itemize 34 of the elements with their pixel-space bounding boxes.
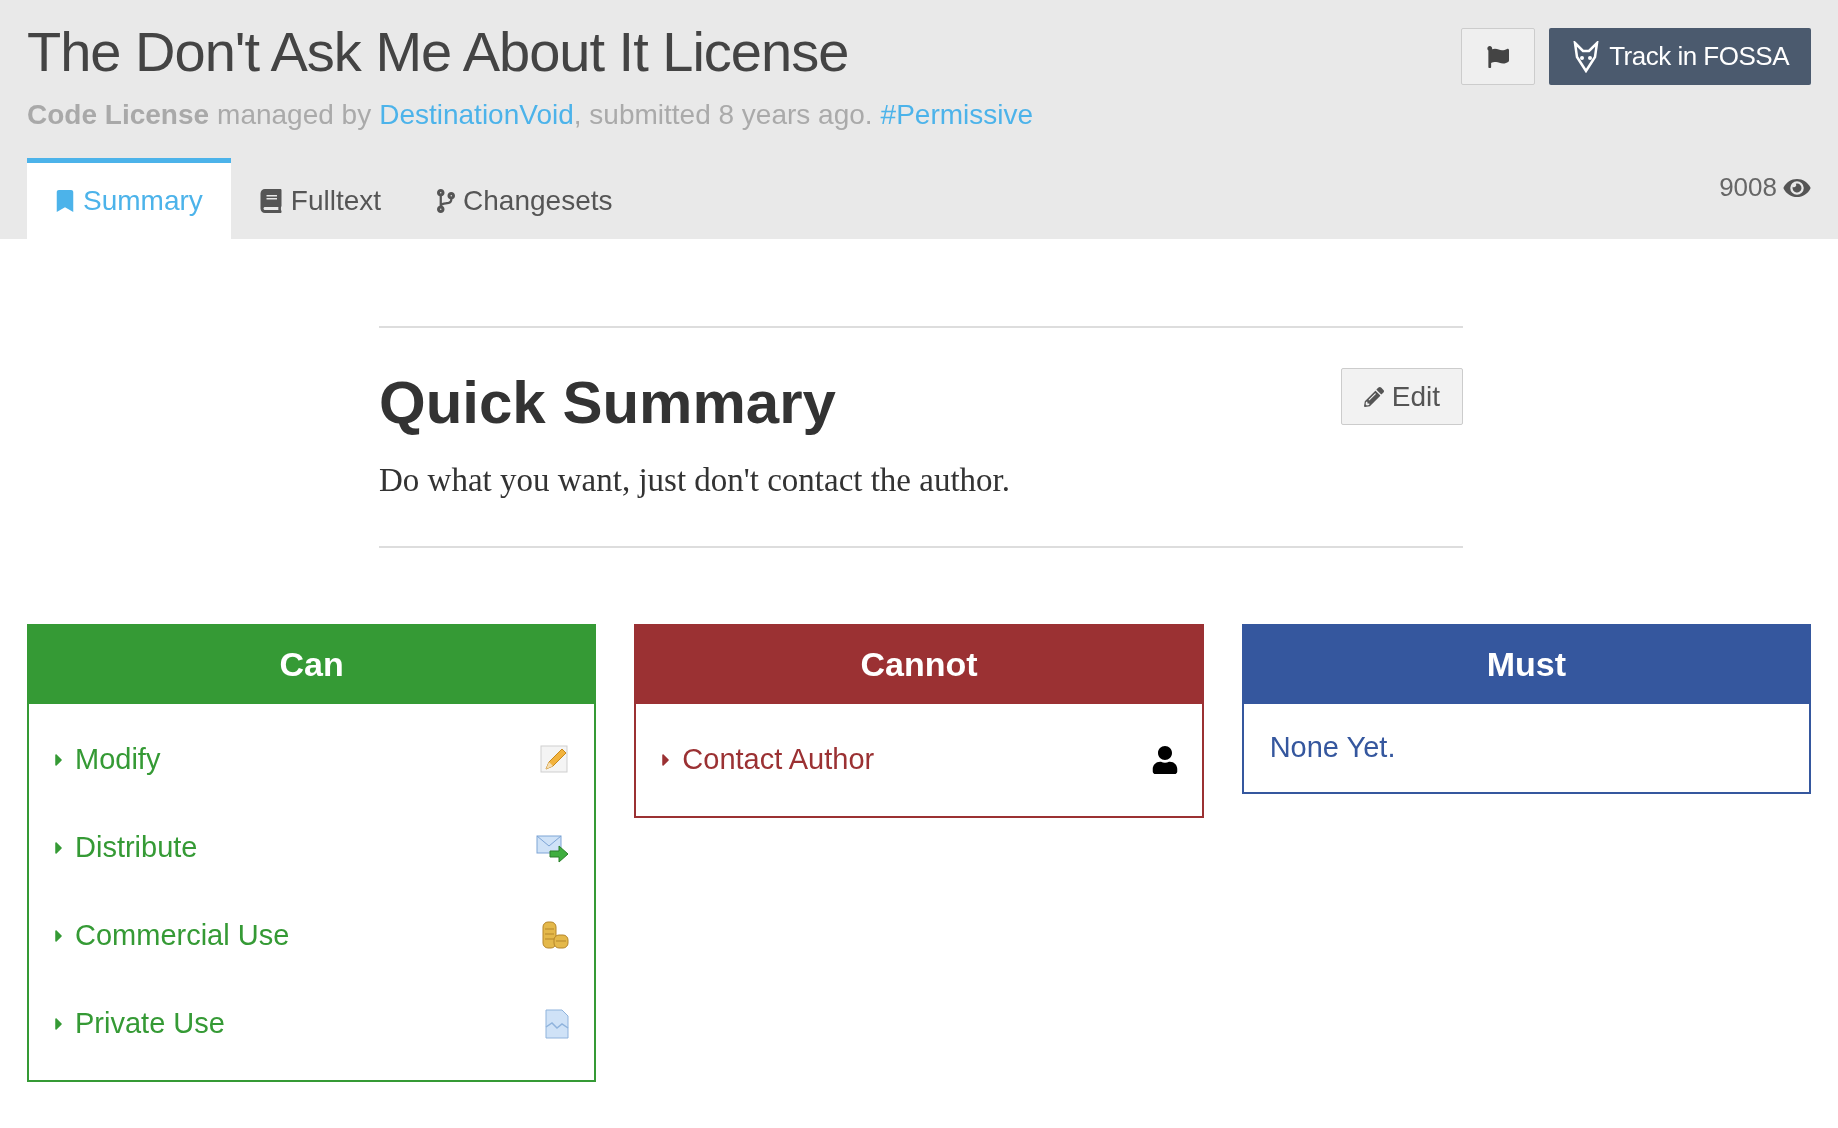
tab[interactable]: Changesets [409,158,641,239]
managed-by-text: managed by [217,98,372,132]
person-icon [1151,745,1178,774]
rule-item[interactable]: Private Use [75,1001,225,1046]
empty-text: None Yet. [1269,729,1396,765]
tab[interactable]: Fulltext [230,158,410,239]
rule-item[interactable]: Distribute [75,825,198,870]
bookmark-icon [55,190,75,212]
rule-item[interactable]: Contact Author [682,737,875,782]
submitted-text: , submitted 8 years ago. [573,98,873,132]
column-header: Can [29,625,595,704]
track-button[interactable]: Track in FOSSA [1549,28,1811,85]
tab[interactable]: Summary [27,158,231,239]
summary-description: Do what you want, just don't contact the author. [379,461,1011,500]
book-icon [258,189,283,213]
edit-button[interactable]: Edit [1340,368,1463,425]
category-label: Code License [27,98,210,132]
column-header: Cannot [636,625,1202,704]
pencil-icon [1363,386,1384,407]
flag-button[interactable] [1461,28,1536,85]
document-icon [544,1008,571,1039]
view-count: 9008 [1719,171,1777,204]
pencil-icon [540,744,571,775]
summary-heading: Quick Summary [379,368,836,438]
coins-icon [540,920,571,951]
license-title: The Don't Ask Me About It License [27,19,849,85]
tag-link[interactable]: #Permissive [880,94,1034,136]
rule-item[interactable]: Commercial Use [75,913,290,958]
rule-item[interactable]: Modify [75,737,161,782]
author-link[interactable]: DestinationVoid [379,94,574,136]
column-header: Must [1243,625,1809,704]
flag-icon [1487,45,1510,68]
envelope-arrow-icon [536,832,571,863]
branch-icon [437,189,456,213]
